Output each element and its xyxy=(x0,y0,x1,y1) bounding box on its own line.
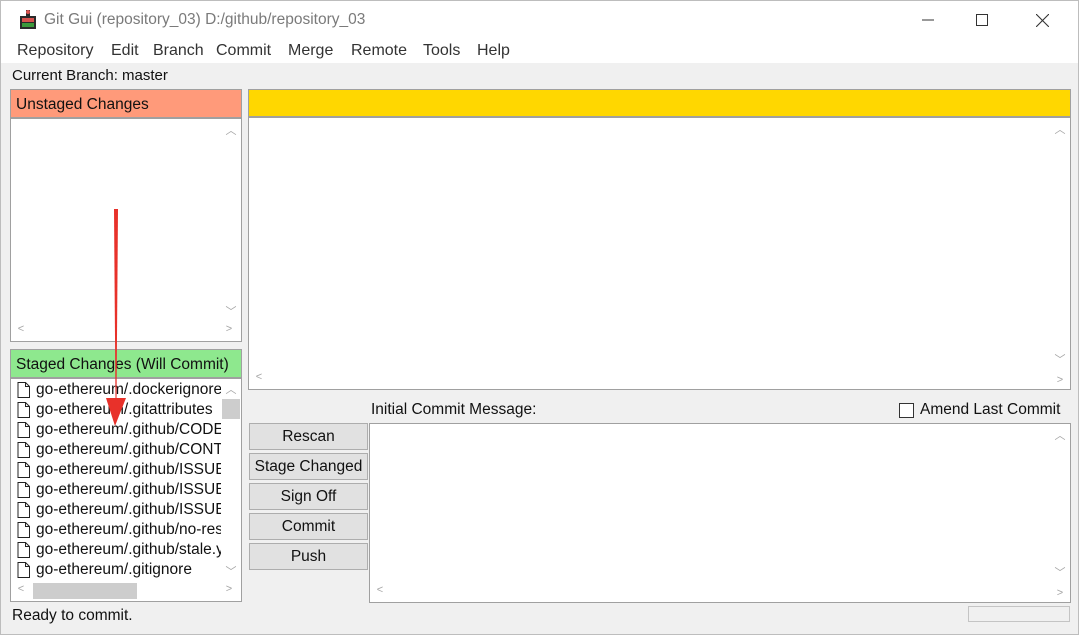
close-button[interactable] xyxy=(1013,1,1071,39)
file-icon xyxy=(17,562,30,578)
menu-commit[interactable]: Commit xyxy=(216,42,271,60)
menu-branch[interactable]: Branch xyxy=(153,42,204,60)
close-icon xyxy=(1035,13,1049,27)
amend-last-commit-checkbox[interactable]: Amend Last Commit xyxy=(899,401,1060,419)
window-title: Git Gui (repository_03) D:/github/reposi… xyxy=(44,11,366,28)
scroll-right-icon[interactable]: > xyxy=(1052,374,1068,386)
staged-file-item[interactable]: go-ethereum/.github/no-response.yml xyxy=(17,520,221,540)
staged-file-item[interactable]: go-ethereum/.github/stale.yml xyxy=(17,540,221,560)
menu-bar: Repository Edit Branch Commit Merge Remo… xyxy=(1,39,1078,63)
staged-horizontal-scrollbar[interactable]: < > xyxy=(11,581,241,601)
title-bar: Git Gui (repository_03) D:/github/reposi… xyxy=(1,1,1078,39)
scroll-up-icon[interactable]: ︿ xyxy=(1052,121,1068,137)
scroll-left-icon[interactable]: < xyxy=(251,371,267,383)
annotation-arrow-icon xyxy=(106,209,126,426)
stage-changed-button[interactable]: Stage Changed xyxy=(249,453,368,480)
file-name: go-ethereum/.gitignore xyxy=(36,561,192,578)
file-icon xyxy=(17,522,30,538)
file-name: go-ethereum/.github/no-response.yml xyxy=(36,521,221,538)
file-name: go-ethereum/.github/ISSUE_TEMPLATE xyxy=(36,481,221,498)
scroll-left-icon[interactable]: < xyxy=(13,583,29,595)
diff-vertical-scrollbar[interactable]: ︿ ﹀ xyxy=(1050,118,1070,369)
current-branch-label: Current Branch: master xyxy=(12,67,168,84)
commit-vertical-scrollbar[interactable]: ︿ ﹀ xyxy=(1050,424,1070,582)
git-gui-icon xyxy=(20,10,36,29)
sign-off-button[interactable]: Sign Off xyxy=(249,483,368,510)
staged-file-item[interactable]: go-ethereum/.gitignore xyxy=(17,560,192,580)
scroll-left-icon[interactable]: < xyxy=(372,584,388,596)
scroll-left-icon[interactable]: < xyxy=(13,323,29,335)
menu-repository[interactable]: Repository xyxy=(17,42,93,60)
menu-merge[interactable]: Merge xyxy=(288,42,333,60)
file-name: go-ethereum/.github/ISSUE_TEMPLATE xyxy=(36,461,221,478)
diff-horizontal-scrollbar[interactable]: < xyxy=(249,369,1050,389)
scroll-down-icon[interactable]: ﹀ xyxy=(1052,564,1068,580)
file-icon xyxy=(17,442,30,458)
file-icon xyxy=(17,462,30,478)
amend-label: Amend Last Commit xyxy=(920,401,1061,418)
scroll-down-icon[interactable]: ﹀ xyxy=(1052,351,1068,367)
diff-viewer[interactable]: ︿ ﹀ < > xyxy=(248,117,1071,390)
scroll-right-icon[interactable]: > xyxy=(221,583,237,595)
scroll-right-icon[interactable]: > xyxy=(221,323,237,335)
menu-help[interactable]: Help xyxy=(477,42,510,60)
staged-file-item[interactable]: go-ethereum/.github/CONTRIBUTING.md xyxy=(17,440,221,460)
scroll-down-icon[interactable]: ﹀ xyxy=(223,563,239,579)
file-name: go-ethereum/.github/CONTRIBUTING.md xyxy=(36,441,221,458)
minimize-button[interactable] xyxy=(899,1,957,39)
status-message: Ready to commit. xyxy=(12,607,133,624)
horizontal-scroll-thumb[interactable] xyxy=(33,583,137,599)
push-button[interactable]: Push xyxy=(249,543,368,570)
scroll-right-icon[interactable]: > xyxy=(1052,587,1068,599)
menu-tools[interactable]: Tools xyxy=(423,42,460,60)
progress-bar xyxy=(968,606,1070,622)
file-icon xyxy=(17,382,30,398)
scroll-up-icon[interactable]: ︿ xyxy=(1052,427,1068,443)
file-icon xyxy=(17,502,30,518)
maximize-icon xyxy=(976,14,988,26)
menu-remote[interactable]: Remote xyxy=(351,42,407,60)
rescan-button[interactable]: Rescan xyxy=(249,423,368,450)
file-icon xyxy=(17,482,30,498)
commit-horizontal-scrollbar[interactable]: < xyxy=(370,582,1050,602)
commit-message-label: Initial Commit Message: xyxy=(371,401,537,418)
unstaged-changes-header: Unstaged Changes xyxy=(10,89,242,118)
file-icon xyxy=(17,402,30,418)
git-gui-window: Git Gui (repository_03) D:/github/reposi… xyxy=(0,0,1079,635)
diff-header-bar xyxy=(248,89,1071,117)
staged-file-item[interactable]: go-ethereum/.github/ISSUE_TEMPLATE xyxy=(17,460,221,480)
scroll-down-icon[interactable]: ﹀ xyxy=(223,303,239,319)
file-name: go-ethereum/.github/stale.yml xyxy=(36,541,221,558)
staged-vertical-scrollbar[interactable]: ︿ ﹀ xyxy=(221,379,241,581)
minimize-icon xyxy=(922,19,934,21)
staged-file-item[interactable]: go-ethereum/.github/ISSUE_TEMPLATE xyxy=(17,480,221,500)
vertical-scroll-thumb[interactable] xyxy=(222,399,240,419)
checkbox-icon[interactable] xyxy=(899,402,914,418)
commit-message-textarea[interactable]: ︿ ﹀ < > xyxy=(369,423,1071,603)
scroll-up-icon[interactable]: ︿ xyxy=(223,381,239,397)
file-icon xyxy=(17,542,30,558)
file-name: go-ethereum/.github/ISSUE_TEMPLATE xyxy=(36,501,221,518)
staged-file-item[interactable]: go-ethereum/.github/ISSUE_TEMPLATE xyxy=(17,500,221,520)
maximize-button[interactable] xyxy=(953,1,1011,39)
scroll-up-icon[interactable]: ︿ xyxy=(223,122,239,138)
menu-edit[interactable]: Edit xyxy=(111,42,139,60)
commit-button[interactable]: Commit xyxy=(249,513,368,540)
file-icon xyxy=(17,422,30,438)
unstaged-vertical-scrollbar[interactable]: ︿ ﹀ xyxy=(221,119,241,321)
